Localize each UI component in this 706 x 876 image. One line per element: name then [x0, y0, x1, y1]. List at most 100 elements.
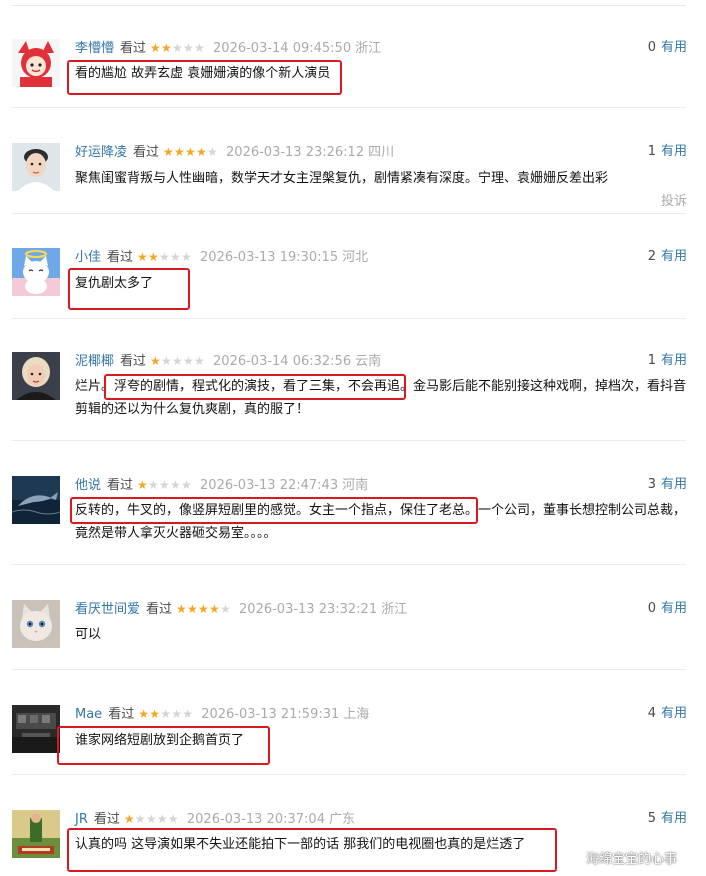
useful-vote[interactable]: 2 有用	[648, 248, 687, 266]
watched-label: 看过	[107, 478, 134, 493]
star-empty-icon: ★	[167, 812, 179, 826]
username-link[interactable]: 李懵懵	[75, 41, 114, 56]
comment-location: 广东	[328, 812, 355, 827]
rating-stars: ★★★★★	[150, 39, 205, 57]
comment-meta: 看厌世间爱 看过 ★★★★★ 2026-03-13 23:32:21 浙江	[75, 600, 407, 618]
star-empty-icon: ★	[161, 354, 172, 368]
useful-vote[interactable]: 0 有用	[648, 600, 687, 618]
useful-count: 1	[647, 353, 656, 368]
star-empty-icon: ★	[207, 145, 218, 159]
comment-location: 浙江	[381, 602, 408, 617]
useful-vote[interactable]: 4 有用	[648, 705, 687, 723]
star-empty-icon: ★	[172, 41, 183, 55]
useful-button[interactable]: 有用	[661, 706, 687, 721]
useful-count: 5	[647, 811, 656, 826]
star-empty-icon: ★	[134, 812, 146, 826]
avatar[interactable]	[12, 600, 60, 648]
star-filled-icon: ★	[150, 354, 161, 368]
useful-button[interactable]: 有用	[661, 144, 687, 159]
star-empty-icon: ★	[194, 354, 205, 368]
useful-vote[interactable]: 5 有用	[648, 810, 687, 828]
star-filled-icon: ★	[123, 812, 135, 826]
highlight-box	[68, 268, 190, 310]
star-empty-icon: ★	[172, 354, 183, 368]
comment-location: 河南	[342, 478, 369, 493]
report-link[interactable]: 投诉	[661, 190, 687, 209]
poster-avatar-icon	[12, 810, 60, 858]
watched-label: 看过	[146, 602, 173, 617]
whale-ocean-avatar-icon	[12, 476, 60, 524]
useful-vote[interactable]: 1 有用	[648, 352, 687, 370]
star-empty-icon: ★	[148, 478, 159, 492]
comment-time: 2026-03-13 21:59:31	[201, 707, 340, 722]
rating-stars: ★★★★★	[124, 810, 179, 828]
avatar[interactable]	[12, 352, 60, 400]
username-link[interactable]: 看厌世间爱	[75, 602, 140, 617]
star-filled-icon: ★	[161, 41, 172, 55]
star-empty-icon: ★	[156, 812, 168, 826]
star-filled-icon: ★	[148, 250, 159, 264]
useful-button[interactable]: 有用	[661, 40, 687, 55]
star-filled-icon: ★	[163, 145, 174, 159]
red-cartoon-avatar-icon	[12, 39, 60, 87]
useful-button[interactable]: 有用	[661, 477, 687, 492]
comment-time: 2026-03-13 19:30:15	[200, 250, 339, 265]
avatar[interactable]	[12, 248, 60, 296]
divider	[12, 774, 686, 775]
useful-vote[interactable]: 0 有用	[648, 39, 687, 57]
comment-meta: 小佳 看过 ★★★★★ 2026-03-13 19:30:15 河北	[75, 248, 368, 266]
star-filled-icon: ★	[209, 602, 220, 616]
username-link[interactable]: Mae	[75, 707, 102, 722]
useful-button[interactable]: 有用	[661, 601, 687, 616]
comment-meta: 他说 看过 ★★★★★ 2026-03-13 22:47:43 河南	[75, 476, 368, 494]
star-filled-icon: ★	[137, 250, 148, 264]
comment-time: 2026-03-14 06:32:56	[213, 354, 352, 369]
rating-stars: ★★★★★	[176, 600, 231, 618]
star-empty-icon: ★	[170, 250, 181, 264]
star-filled-icon: ★	[150, 41, 161, 55]
star-empty-icon: ★	[181, 250, 192, 264]
star-filled-icon: ★	[137, 478, 148, 492]
rating-stars: ★★★★★	[163, 143, 218, 161]
star-filled-icon: ★	[185, 145, 196, 159]
star-filled-icon: ★	[196, 145, 207, 159]
star-empty-icon: ★	[194, 41, 205, 55]
username-link[interactable]: 好运降凌	[75, 145, 127, 160]
comment-meta: 泥椰椰 看过 ★★★★★ 2026-03-14 06:32:56 云南	[75, 352, 381, 370]
comment-meta: JR 看过 ★★★★★ 2026-03-13 20:37:04 广东	[75, 810, 355, 828]
comment-location: 浙江	[355, 41, 382, 56]
username-link[interactable]: 泥椰椰	[75, 354, 114, 369]
username-link[interactable]: 他说	[75, 478, 101, 493]
avatar[interactable]	[12, 476, 60, 524]
comment-text: 可以	[75, 627, 102, 642]
comment-time: 2026-03-13 20:37:04	[186, 812, 325, 827]
useful-button[interactable]: 有用	[661, 249, 687, 264]
useful-button[interactable]: 有用	[661, 353, 687, 368]
username-link[interactable]: 小佳	[75, 250, 101, 265]
useful-count: 0	[647, 40, 656, 55]
avatar[interactable]	[12, 39, 60, 87]
divider	[12, 213, 686, 214]
useful-vote[interactable]: 3 有用	[648, 476, 687, 494]
watched-label: 看过	[133, 145, 160, 160]
useful-button[interactable]: 有用	[661, 811, 687, 826]
comment-meta: 李懵懵 看过 ★★★★★ 2026-03-14 09:45:50 浙江	[75, 39, 381, 57]
kitten-avatar-icon	[12, 600, 60, 648]
star-empty-icon: ★	[182, 707, 193, 721]
avatar[interactable]	[12, 810, 60, 858]
watched-label: 看过	[120, 41, 147, 56]
man-portrait-avatar-icon	[12, 143, 60, 191]
username-link[interactable]: JR	[75, 812, 88, 827]
useful-count: 3	[647, 477, 656, 492]
comment-location: 河北	[342, 250, 369, 265]
avatar[interactable]	[12, 705, 60, 753]
star-empty-icon: ★	[159, 478, 170, 492]
highlight-box	[67, 828, 557, 872]
comment-time: 2026-03-13 22:47:43	[200, 478, 339, 493]
useful-vote[interactable]: 1 有用	[648, 143, 687, 161]
highlight-box	[104, 374, 406, 400]
watched-label: 看过	[93, 812, 120, 827]
blonde-woman-avatar-icon	[12, 352, 60, 400]
star-filled-icon: ★	[187, 602, 198, 616]
avatar[interactable]	[12, 143, 60, 191]
